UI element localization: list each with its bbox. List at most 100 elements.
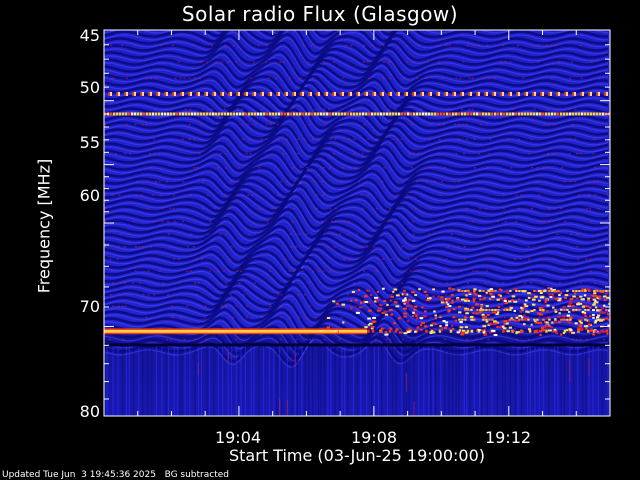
harmonic-dot [315,207,318,210]
burst-mark [527,296,531,299]
dotted-band-mark [566,91,568,96]
harmonic-dot [269,305,272,307]
bright-band-mark [125,112,128,116]
bright-band-mark [365,112,368,116]
harmonic-dot [224,282,227,284]
dotted-band-mark [214,91,216,96]
bright-band-mark [353,112,356,116]
harmonic-dot [194,282,197,284]
rfi-fragment [388,329,392,333]
burst-mark [527,292,531,295]
harmonic-dot [385,338,388,341]
harmonic-dot [467,282,470,284]
burst-mark [406,320,409,323]
harmonic-dot [280,316,283,319]
bright-band-mark [476,112,479,116]
burst-mark [535,321,539,324]
dotted-band-mark [526,91,528,96]
harmonic-dot [188,123,191,126]
burst-mark [547,329,552,332]
burst-mark [569,299,573,302]
burst-mark [432,288,435,291]
harmonic-dot [290,246,293,248]
dotted-band-mark [302,91,304,96]
burst-row [482,289,485,292]
harmonic-dot [202,207,205,210]
bright-band-mark [293,112,296,116]
dotted-band-mark [524,91,526,96]
burst-mark [594,330,598,333]
burst-mark [433,310,436,313]
harmonic-dot [248,233,251,235]
bright-band-mark [521,112,524,116]
lower-streak [184,346,186,416]
harmonic-dot [306,167,309,169]
harmonic-dot [127,233,130,235]
harmonic-dot [569,294,572,296]
harmonic-dot [227,61,230,63]
harmonic-dot [277,194,280,196]
harmonic-dot [592,152,595,155]
burst-row [605,289,608,292]
dotted-band-mark [374,91,376,96]
burst-row [524,289,527,292]
harmonic-dot [533,294,536,296]
burst-row [473,318,476,321]
bright-band-mark [371,112,374,116]
burst-mark [437,295,440,298]
dotted-band-mark [262,91,264,96]
burst-row [470,318,473,321]
bright-band-mark [197,112,200,116]
burst-mark [503,320,508,323]
harmonic-dot [219,233,222,235]
harmonic-dot [554,123,557,126]
burst-row [566,289,569,292]
burst-mark [376,290,380,293]
bright-band-mark [119,112,122,116]
burst-mark [332,300,336,303]
harmonic-dot [446,270,449,272]
harmonic-dot [149,246,152,248]
harmonic-dot [333,61,336,63]
harmonic-dot [292,270,295,272]
harmonic-dot [444,338,447,341]
burst-row [536,318,539,321]
harmonic-dot [170,338,173,341]
burst-row [458,289,461,292]
dotted-band-mark [516,91,518,96]
dotted-band-mark [420,91,422,96]
harmonic-dot [265,44,268,47]
burst-mark [483,297,486,300]
burst-mark [521,316,524,319]
bright-band-mark [401,112,404,116]
harmonic-dot [568,108,571,111]
burst-mark [527,311,530,314]
burst-row [467,289,470,292]
burst-mark [515,331,520,334]
burst-mark [579,327,583,330]
harmonic-dot [515,194,518,196]
harmonic-dot [249,152,252,155]
harmonic-dot [202,180,205,183]
harmonic-dot [308,338,311,341]
harmonic-dot [128,152,131,155]
dotted-band-mark [110,91,112,96]
harmonic-dot [152,138,155,140]
bright-band-mark [284,112,287,116]
harmonic-dot [527,338,530,341]
harmonic-dot [299,180,302,183]
bright-band-mark [146,112,149,116]
harmonic-dot [324,123,327,126]
burst-mark [366,289,370,292]
harmonic-dot [487,338,490,341]
lower-streak [509,346,512,416]
harmonic-dot [499,246,502,248]
harmonic-dot [445,44,448,47]
burst-mark [550,287,553,290]
dotted-band-mark [406,91,408,96]
dotted-band-mark [550,91,552,96]
dotted-band-mark [604,91,606,96]
burst-mark [406,330,411,333]
lower-streak [538,346,540,416]
harmonic-dot [453,180,456,183]
